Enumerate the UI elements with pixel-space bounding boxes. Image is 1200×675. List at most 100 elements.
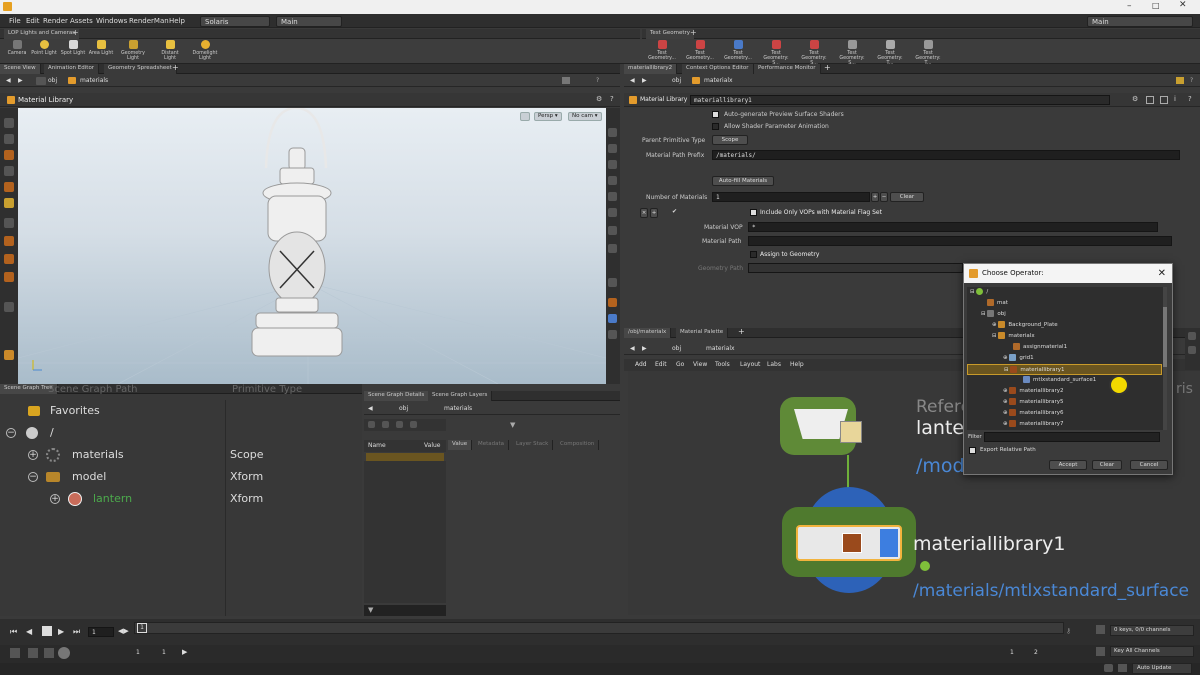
tab-material-palette[interactable]: Material Palette (676, 328, 729, 338)
viewport[interactable]: Persp ▾ No cam ▾ (18, 108, 606, 384)
assign-geometry-checkbox[interactable] (750, 251, 757, 258)
persp-menu[interactable]: Persp ▾ (534, 112, 562, 121)
test-geo-tool-6[interactable]: Test Geometry: S... (838, 40, 866, 66)
display-option-icon[interactable] (608, 226, 617, 235)
material-vop-field[interactable]: * (748, 222, 1158, 232)
forward-icon[interactable]: ▶ (642, 345, 647, 352)
desktop-select[interactable]: Solaris (200, 15, 270, 27)
menu-windows[interactable]: Windows (96, 17, 127, 25)
shelf-tab-lop-lights[interactable]: LOP Lights and Cameras (4, 29, 80, 39)
display-flag[interactable] (880, 529, 898, 557)
material-path-field[interactable] (748, 236, 1172, 246)
info-icon[interactable]: i (1174, 95, 1176, 103)
subtab-layer-stack[interactable]: Layer Stack (512, 440, 554, 450)
maximize-icon[interactable]: □ (1152, 1, 1160, 10)
op-tree-row[interactable]: ⊕ materiallibrary2 (967, 386, 1162, 397)
remove-multiparm-button[interactable]: × (640, 208, 648, 218)
pose-tool-icon[interactable] (4, 218, 14, 228)
menu-assets[interactable]: Assets (70, 17, 93, 25)
snap-tool-icon[interactable] (4, 302, 14, 312)
session-select[interactable]: Main (276, 15, 342, 27)
play-back-icon[interactable]: ◀ (26, 627, 32, 636)
play-icon[interactable]: ▶ (58, 627, 64, 636)
tab-obj-materialx[interactable]: /obj/materialx (624, 328, 672, 338)
op-tree-row[interactable]: mat (967, 298, 1162, 309)
display-option-icon[interactable] (608, 160, 617, 169)
add-shelf-icon-right[interactable]: + (690, 28, 697, 37)
tab-scene-graph-details[interactable]: Scene Graph Details (364, 391, 430, 401)
op-tree-row-selected[interactable]: ⊟ materiallibrary1 (967, 364, 1162, 375)
op-tree-row[interactable]: ⊕ grid1 (967, 353, 1162, 364)
select-tool-icon[interactable] (4, 118, 14, 128)
menu-file[interactable]: File (9, 17, 21, 25)
key-filter-icon[interactable] (1096, 647, 1105, 656)
back-icon[interactable]: ◀ (6, 77, 11, 84)
op-tree-row[interactable]: ⊟ / (967, 287, 1162, 298)
help-icon[interactable]: ? (1190, 77, 1193, 84)
distant-light-tool[interactable]: Distant Light (156, 40, 184, 61)
forward-icon[interactable]: ▶ (18, 77, 23, 84)
loop-icon[interactable] (44, 648, 54, 658)
camera-menu[interactable]: No cam ▾ (568, 112, 602, 121)
expand-icon[interactable]: + (28, 450, 38, 460)
scrollbar-thumb[interactable] (1163, 307, 1167, 367)
tab-performance-monitor[interactable]: Performance Monitor (754, 64, 821, 74)
display-option-icon[interactable] (608, 278, 617, 287)
shelf-tab-test-geometry[interactable]: Test Geometry (646, 29, 695, 39)
path-materialx[interactable]: materialx (704, 77, 733, 84)
key-icon[interactable]: ⚷ (1066, 627, 1071, 635)
jump-end-icon[interactable]: ⏭ (73, 627, 80, 637)
add-tab-icon[interactable]: + (824, 63, 831, 72)
add-shelf-icon[interactable]: + (72, 28, 79, 37)
global-anim-icon[interactable] (10, 648, 20, 658)
active-tool-icon[interactable] (4, 198, 14, 208)
op-tree-row[interactable]: ⊕ materiallibrary6 (967, 408, 1162, 419)
end-frame-2[interactable]: 2 (1034, 649, 1038, 656)
start-frame[interactable]: 1 (136, 649, 140, 656)
realtime-icon[interactable] (58, 647, 70, 659)
increment-button[interactable]: + (871, 192, 879, 202)
stop-icon[interactable] (42, 626, 52, 636)
pin-icon[interactable] (1176, 77, 1184, 84)
menu-go[interactable]: Go (676, 361, 684, 368)
path-prefix-field[interactable]: /materials/ (712, 150, 1180, 160)
path-materials[interactable]: materials (80, 77, 108, 84)
menu-layout[interactable]: Layout (740, 361, 760, 368)
auto-preview-checkbox[interactable] (712, 111, 719, 118)
point-light-tool[interactable]: Point Light (30, 40, 58, 56)
cook-icon[interactable] (1118, 664, 1127, 672)
auto-update-select[interactable]: Auto Update (1132, 663, 1192, 674)
end-frame[interactable]: 1 (1010, 649, 1014, 656)
path-materials[interactable]: materials (444, 405, 472, 412)
op-tree-row[interactable]: ⊕ materiallibrary5 (967, 397, 1162, 408)
cancel-button[interactable]: Cancel (1130, 460, 1168, 470)
export-relative-checkbox[interactable] (969, 447, 976, 454)
op-tree-row[interactable]: ⊕ materiallibrary7 (967, 419, 1162, 430)
details-filter[interactable]: ▼ (364, 605, 446, 616)
network-option-icon[interactable] (1188, 346, 1196, 354)
filter-icon[interactable]: ▼ (510, 421, 515, 429)
dome-light-tool[interactable]: Domelight Light (191, 40, 219, 61)
render-tool-icon[interactable] (4, 350, 14, 360)
test-geo-tool-2[interactable]: Test Geometry... (686, 40, 714, 61)
display-option-icon[interactable] (608, 128, 617, 137)
include-only-checkbox[interactable] (750, 209, 757, 216)
view-icon[interactable] (410, 421, 417, 428)
path-obj[interactable]: obj (672, 77, 681, 84)
op-tree-row[interactable]: ⊟ materialx (967, 331, 1162, 342)
tree-row-materials[interactable]: + materials Scope (0, 444, 362, 466)
path-obj[interactable]: obj (48, 77, 57, 84)
handle-tool-icon[interactable] (4, 236, 14, 246)
menu-help[interactable]: Help (790, 361, 804, 368)
geometry-light-tool[interactable]: Geometry Light (119, 40, 147, 61)
node-name-field[interactable]: materiallibrary1 (690, 95, 1110, 105)
add-tab-icon[interactable]: + (738, 327, 745, 336)
collapse-icon[interactable]: − (28, 472, 38, 482)
test-geo-tool-4[interactable]: Test Geometry: S... (762, 40, 790, 66)
path-materialx[interactable]: materialx (706, 345, 735, 352)
minimize-icon[interactable]: – (1127, 1, 1132, 11)
brush-tool-icon[interactable] (4, 254, 14, 264)
back-icon[interactable]: ◀ (630, 345, 635, 352)
tab-materiallibrary2[interactable]: materiallibrary2 (624, 64, 678, 74)
geometry-path-field[interactable] (748, 263, 963, 273)
